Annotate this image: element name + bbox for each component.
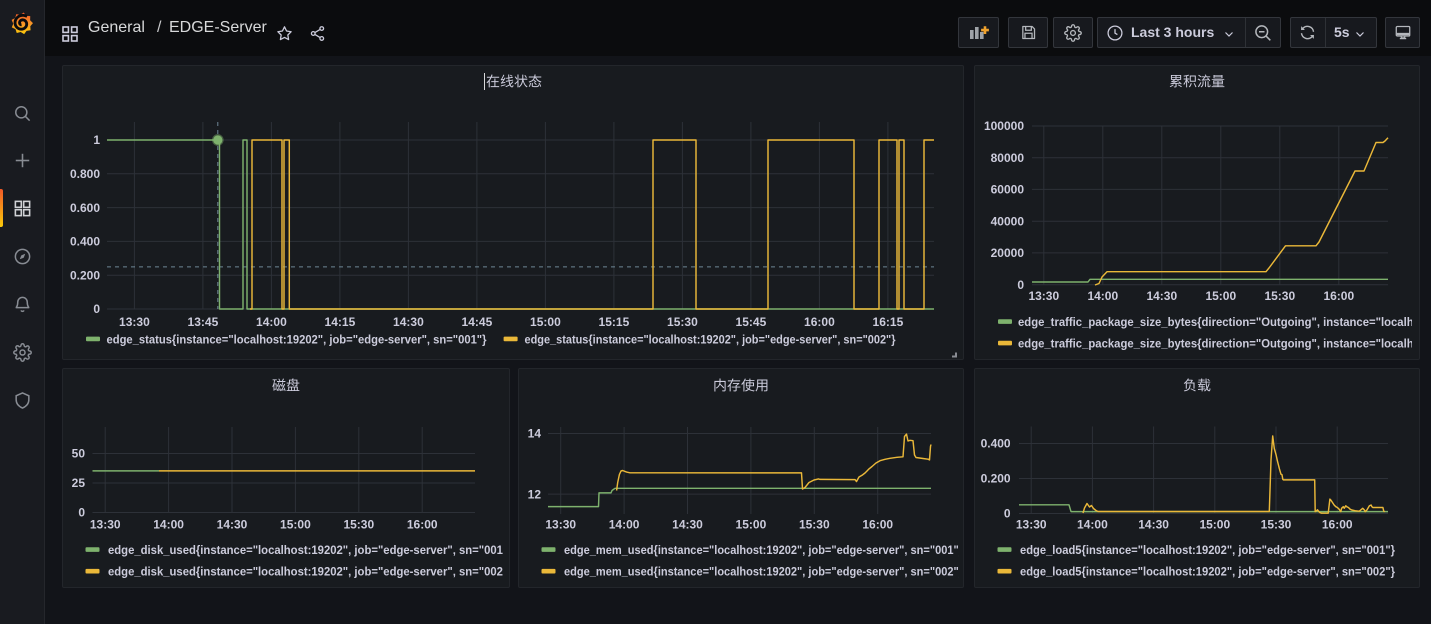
svg-text:13:30: 13:30 xyxy=(90,518,121,532)
svg-text:15:00: 15:00 xyxy=(280,518,311,532)
svg-text:12: 12 xyxy=(528,487,542,501)
svg-text:100000: 100000 xyxy=(984,119,1024,133)
svg-text:16:00: 16:00 xyxy=(862,518,893,532)
svg-text:14:30: 14:30 xyxy=(1138,518,1169,532)
svg-text:15:30: 15:30 xyxy=(1261,518,1292,532)
svg-text:0: 0 xyxy=(93,302,100,316)
svg-text:0.200: 0.200 xyxy=(70,268,100,282)
svg-text:edge_traffic_package_size_byte: edge_traffic_package_size_bytes{directio… xyxy=(1018,337,1418,351)
svg-text:edge_status{instance="localhos: edge_status{instance="localhost:19202", … xyxy=(525,332,896,346)
svg-text:0.400: 0.400 xyxy=(70,235,100,249)
svg-text:0: 0 xyxy=(1004,507,1011,521)
svg-text:14:00: 14:00 xyxy=(609,518,640,532)
svg-text:14:15: 14:15 xyxy=(325,315,356,329)
svg-text:15:30: 15:30 xyxy=(667,315,698,329)
svg-text:13:30: 13:30 xyxy=(545,518,576,532)
svg-text:15:00: 15:00 xyxy=(530,315,561,329)
svg-text:edge_mem_used{instance="localh: edge_mem_used{instance="localhost:19202"… xyxy=(564,543,962,557)
svg-text:16:00: 16:00 xyxy=(804,315,835,329)
svg-text:edge_load5{instance="localhost: edge_load5{instance="localhost:19202", j… xyxy=(1020,564,1395,578)
svg-text:15:00: 15:00 xyxy=(1205,289,1236,303)
svg-text:edge_mem_used{instance="localh: edge_mem_used{instance="localhost:19202"… xyxy=(564,564,962,578)
svg-text:16:00: 16:00 xyxy=(1323,289,1354,303)
svg-text:14:30: 14:30 xyxy=(393,315,424,329)
svg-text:14: 14 xyxy=(528,427,542,441)
svg-text:16:00: 16:00 xyxy=(407,518,438,532)
svg-text:15:30: 15:30 xyxy=(1264,289,1295,303)
svg-text:14:30: 14:30 xyxy=(1146,289,1177,303)
svg-text:edge_traffic_package_size_byte: edge_traffic_package_size_bytes{directio… xyxy=(1018,315,1418,329)
svg-text:14:30: 14:30 xyxy=(672,518,703,532)
svg-text:0: 0 xyxy=(78,506,85,520)
svg-text:15:00: 15:00 xyxy=(1199,518,1230,532)
svg-text:15:15: 15:15 xyxy=(599,315,630,329)
svg-text:0.400: 0.400 xyxy=(981,437,1011,451)
svg-text:14:00: 14:00 xyxy=(153,518,184,532)
svg-text:13:45: 13:45 xyxy=(188,315,219,329)
svg-text:edge_disk_used{instance="local: edge_disk_used{instance="localhost:19202… xyxy=(108,543,508,557)
svg-text:80000: 80000 xyxy=(991,151,1025,165)
svg-text:50: 50 xyxy=(72,447,86,461)
svg-text:60000: 60000 xyxy=(991,183,1025,197)
svg-text:40000: 40000 xyxy=(991,214,1025,228)
svg-text:14:00: 14:00 xyxy=(1077,518,1108,532)
svg-text:20000: 20000 xyxy=(991,246,1025,260)
svg-text:16:00: 16:00 xyxy=(1322,518,1353,532)
svg-text:16:15: 16:15 xyxy=(873,315,904,329)
svg-text:14:00: 14:00 xyxy=(256,315,287,329)
svg-text:edge_disk_used{instance="local: edge_disk_used{instance="localhost:19202… xyxy=(108,564,508,578)
svg-text:15:30: 15:30 xyxy=(799,518,830,532)
svg-text:0.800: 0.800 xyxy=(70,167,100,181)
svg-text:13:30: 13:30 xyxy=(1028,289,1059,303)
svg-text:15:00: 15:00 xyxy=(736,518,767,532)
svg-text:13:30: 13:30 xyxy=(119,315,150,329)
svg-text:14:45: 14:45 xyxy=(462,315,493,329)
svg-text:25: 25 xyxy=(72,476,86,490)
svg-text:15:45: 15:45 xyxy=(736,315,767,329)
svg-text:0.600: 0.600 xyxy=(70,201,100,215)
svg-text:14:30: 14:30 xyxy=(217,518,248,532)
svg-text:edge_load5{instance="localhost: edge_load5{instance="localhost:19202", j… xyxy=(1020,543,1395,557)
svg-text:0.200: 0.200 xyxy=(981,472,1011,486)
svg-text:1: 1 xyxy=(93,133,100,147)
svg-text:13:30: 13:30 xyxy=(1016,518,1047,532)
svg-text:0: 0 xyxy=(1017,278,1024,292)
svg-text:edge_status{instance="localhos: edge_status{instance="localhost:19202", … xyxy=(107,332,487,346)
svg-text:15:30: 15:30 xyxy=(343,518,374,532)
svg-text:14:00: 14:00 xyxy=(1087,289,1118,303)
